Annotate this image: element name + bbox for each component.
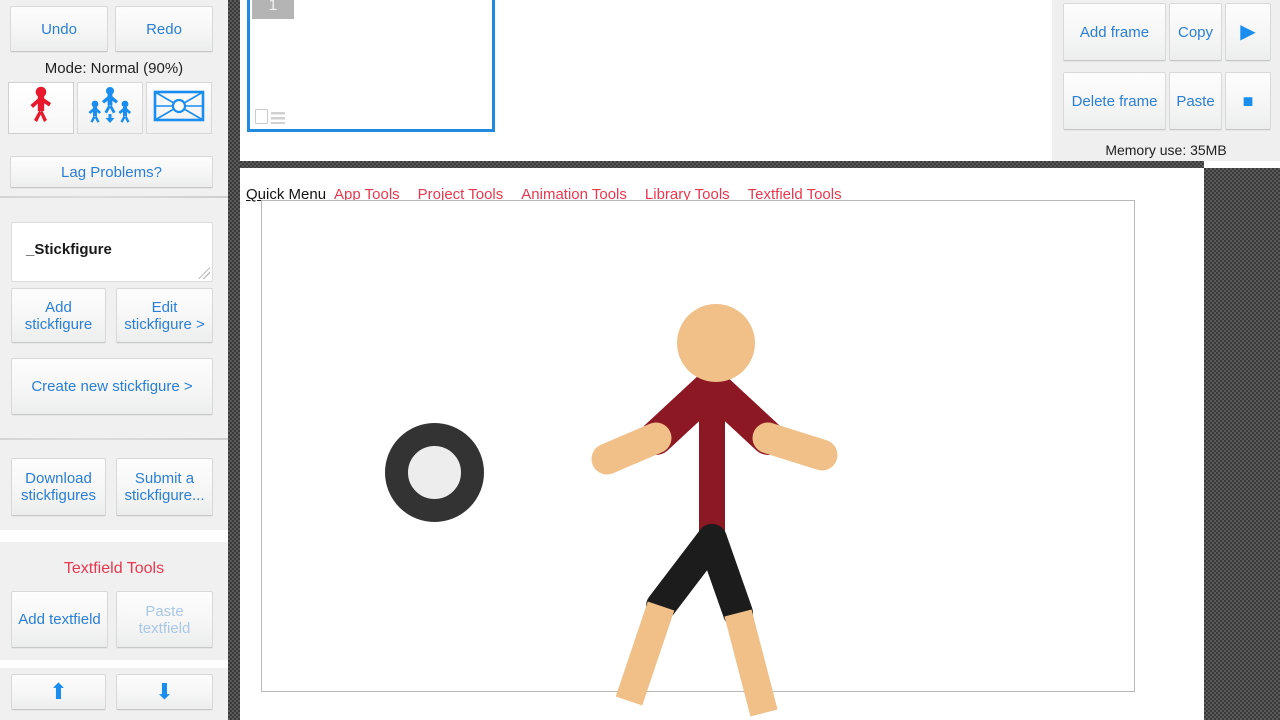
app-root: Undo Redo Mode: Normal (90%) Lag Problem… [0,0,1280,720]
frame-controls-panel: Add frame Copy ▶ Delete frame Paste ■ Me… [1052,0,1280,161]
copy-frame-button[interactable]: Copy [1169,3,1222,61]
add-stickfigure-button[interactable]: Add stickfigure [11,288,106,343]
undo-button[interactable]: Undo [10,6,108,52]
sidebar-divider-1 [0,196,228,198]
mode-status-label: Mode: Normal (90%) [44,60,184,77]
stickfigure-right-forearm [752,422,838,471]
frame-thumbnail-1[interactable]: 1 [247,0,495,132]
layers-icon [271,111,285,124]
paste-frame-button[interactable]: Paste [1169,72,1222,130]
stop-button[interactable]: ■ [1225,72,1271,130]
move-up-button[interactable]: ⬆ [11,674,106,710]
left-sidebar: Undo Redo Mode: Normal (90%) Lag Problem… [0,0,228,720]
stickfigure-left-forearm [591,422,672,475]
resize-handle-icon[interactable] [198,267,210,279]
multi-stickfigure-icon [87,86,133,131]
mode-camera-frame-button[interactable] [146,82,212,134]
sidebar-canvas-separator [228,0,240,720]
create-new-stickfigure-button[interactable]: Create new stickfigure > [11,358,213,415]
stickfigure-left-shin [615,601,675,706]
arrow-up-icon: ⬆ [49,679,68,704]
single-stickfigure-icon [26,86,56,131]
arrow-down-icon: ⬇ [155,679,174,704]
drawing-canvas[interactable] [261,200,1135,717]
camera-frame-icon [153,88,205,129]
copy-icon [255,109,268,124]
sidebar-gap-2 [0,660,228,668]
move-down-button[interactable]: ⬇ [116,674,213,710]
stickfigure-right-thigh [697,524,753,628]
frame-number-badge: 1 [252,0,294,19]
add-textfield-button[interactable]: Add textfield [11,591,108,648]
frame-thumb-icons [255,109,285,124]
memory-use-label: Memory use: 35MB [1105,142,1227,158]
lag-problems-button[interactable]: Lag Problems? [10,156,213,188]
stickfigure-name-input[interactable]: _Stickfigure [11,222,213,282]
redo-button[interactable]: Redo [115,6,213,52]
canvas-area[interactable]: Quick Menu App Tools Project Tools Anima… [240,168,1204,720]
sidebar-gap-1 [0,530,228,542]
mode-single-stickfigure-button[interactable] [8,82,74,134]
stickfigure-head [677,304,755,382]
frame-strip[interactable]: 1 [240,0,1052,161]
sidebar-divider-2 [0,438,228,440]
stickfigure-name-value: _Stickfigure [26,241,112,258]
download-stickfigures-button[interactable]: Download stickfigures [11,458,106,516]
edit-stickfigure-button[interactable]: Edit stickfigure > [116,288,213,343]
delete-frame-button[interactable]: Delete frame [1063,72,1166,130]
paste-textfield-button[interactable]: Paste textfield [116,591,213,648]
add-frame-button[interactable]: Add frame [1063,3,1166,61]
frame-strip-separator [240,161,1204,168]
stickfigure-right-shin [724,609,778,717]
textfield-tools-title: Textfield Tools [63,560,165,577]
submit-stickfigure-button[interactable]: Submit a stickfigure... [116,458,213,516]
right-edge-separator [1204,168,1280,720]
mode-multi-stickfigure-button[interactable] [77,82,143,134]
stickfigure-object[interactable] [262,201,1136,720]
play-button[interactable]: ▶ [1225,3,1271,61]
